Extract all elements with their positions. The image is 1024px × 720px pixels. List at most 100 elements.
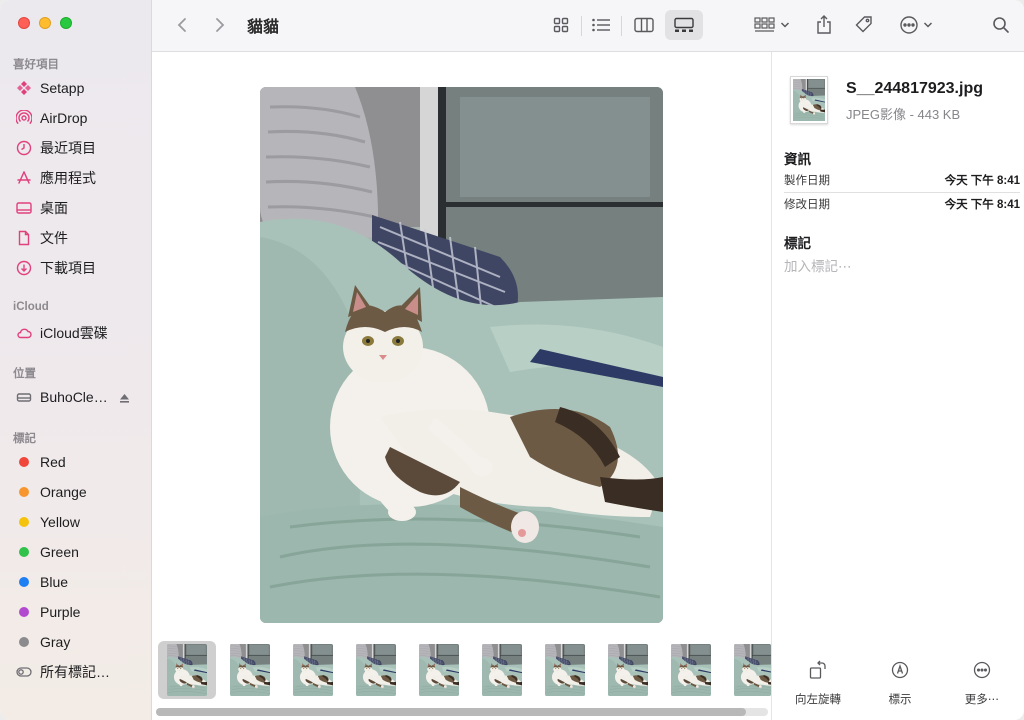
tags-section-title: 標記 [13,433,36,445]
sidebar-item-label: Blue [40,574,69,590]
scrollbar-thumb[interactable] [156,708,746,716]
sidebar-item-downloads[interactable]: 下載項目 [8,255,148,281]
sidebar-tag-blue[interactable]: Blue [8,569,148,595]
favorites-section-title: 喜好項目 [13,59,59,71]
created-value: 今天 下午 8:41 [944,175,1020,187]
sidebar-item-documents[interactable]: 文件 [8,225,148,251]
sidebar-item-label: Green [40,544,79,560]
blue-tag-dot-icon [19,577,29,587]
search-button[interactable] [988,10,1014,40]
markup-button[interactable]: 標示 [870,658,930,707]
sidebar-item-buhocleaner[interactable]: BuhoCle… [8,384,148,410]
sidebar-item-setapp[interactable]: Setapp [8,75,148,101]
chevron-down-icon [780,22,790,28]
thumbnail[interactable] [482,644,522,696]
markup-label: 標示 [888,694,912,706]
sidebar-item-airdrop[interactable]: AirDrop [8,105,148,131]
close-window-button[interactable] [18,17,30,29]
preview-pane: S__244817923.jpg JPEG影像 - 443 KB 資訊 製作日期… [771,52,1024,720]
drive-icon [16,389,32,405]
created-date-row: 製作日期 今天 下午 8:41 [784,169,1020,191]
minimize-window-button[interactable] [39,17,51,29]
columns-icon [634,17,654,33]
rotate-left-button[interactable]: 向左旋轉 [788,658,848,707]
thumbnail[interactable] [293,644,333,696]
back-button[interactable] [170,10,194,40]
group-grid-icon [754,17,775,32]
sidebar-item-label: Yellow [40,514,80,530]
info-section-title: 資訊 [784,152,811,167]
edit-tags-button[interactable] [850,10,878,40]
sidebar-tag-red[interactable]: Red [8,449,148,475]
gallery-icon [674,17,694,32]
download-icon [16,260,32,276]
finder-window: 喜好項目 Setapp AirDrop 最近項目 應用程式 桌面 文件 下載項目… [0,0,1024,720]
sidebar-item-label: 最近項目 [40,140,96,156]
thumbnail[interactable] [230,644,270,696]
share-button[interactable] [810,10,838,40]
eject-icon[interactable] [119,391,130,407]
thumbnail[interactable] [671,644,711,696]
document-icon [16,230,32,246]
thumbnail[interactable] [734,644,771,696]
grid-icon [553,17,569,33]
red-tag-dot-icon [19,457,29,467]
gallery-view-button[interactable] [665,10,703,40]
chevron-left-icon [177,18,186,32]
yellow-tag-dot-icon [19,517,29,527]
sidebar-item-applications[interactable]: 應用程式 [8,165,148,191]
chevron-down-icon [923,22,933,28]
horizontal-scrollbar[interactable] [156,708,768,716]
image-preview[interactable] [260,87,663,623]
search-icon [993,17,1009,33]
more-actions-button[interactable]: 更多⋯ [952,658,1012,707]
modified-label: 修改日期 [784,199,830,211]
sidebar-item-label: 所有標記… [40,664,110,680]
applications-icon [16,170,32,186]
sidebar-tag-yellow[interactable]: Yellow [8,509,148,535]
column-view-button[interactable] [628,10,660,40]
list-view-button[interactable] [586,10,616,40]
sidebar-tag-purple[interactable]: Purple [8,599,148,625]
sidebar-item-label: Gray [40,634,71,650]
sidebar-item-label: 文件 [40,230,68,246]
sidebar-item-label: 應用程式 [40,170,96,186]
thumbnail[interactable] [419,644,459,696]
add-tags-field[interactable]: 加入標記⋯ [784,255,852,275]
tags-section-title: 標記 [784,236,811,251]
sidebar-tag-green[interactable]: Green [8,539,148,565]
sidebar-item-label: Red [40,454,66,470]
thumbnail[interactable] [545,644,585,696]
sidebar-tag-orange[interactable]: Orange [8,479,148,505]
desktop-icon [16,200,32,216]
group-by-button[interactable] [750,10,794,40]
zoom-window-button[interactable] [60,17,72,29]
share-icon [817,15,831,34]
gray-tag-dot-icon [19,637,29,647]
sidebar-item-label: Purple [40,604,81,620]
sidebar-item-recents[interactable]: 最近項目 [8,135,148,161]
icon-view-button[interactable] [546,10,576,40]
locations-section-title: 位置 [13,368,36,380]
chevron-right-icon [216,18,225,32]
sidebar-tag-gray[interactable]: Gray [8,629,148,655]
forward-button[interactable] [208,10,232,40]
file-kind-size: JPEG影像 - 443 KB [846,107,961,122]
sidebar-all-tags[interactable]: 所有標記… [8,659,148,685]
thumbnail[interactable] [167,644,207,696]
file-name: S__244817923.jpg [846,80,983,97]
thumbnail[interactable] [356,644,396,696]
sidebar-item-label: BuhoCle… [40,389,108,405]
traffic-lights [18,17,72,29]
orange-tag-dot-icon [19,487,29,497]
more-icon [952,658,1012,682]
airdrop-icon [16,110,32,126]
modified-value: 今天 下午 8:41 [944,199,1020,211]
thumbnail[interactable] [608,644,648,696]
sidebar-item-label: 桌面 [40,200,68,216]
sidebar-item-icloud-drive[interactable]: iCloud雲碟 [8,320,148,346]
action-menu-button[interactable] [894,10,938,40]
sidebar-item-desktop[interactable]: 桌面 [8,195,148,221]
sidebar-item-label: Orange [40,484,87,500]
clock-icon [16,140,32,156]
